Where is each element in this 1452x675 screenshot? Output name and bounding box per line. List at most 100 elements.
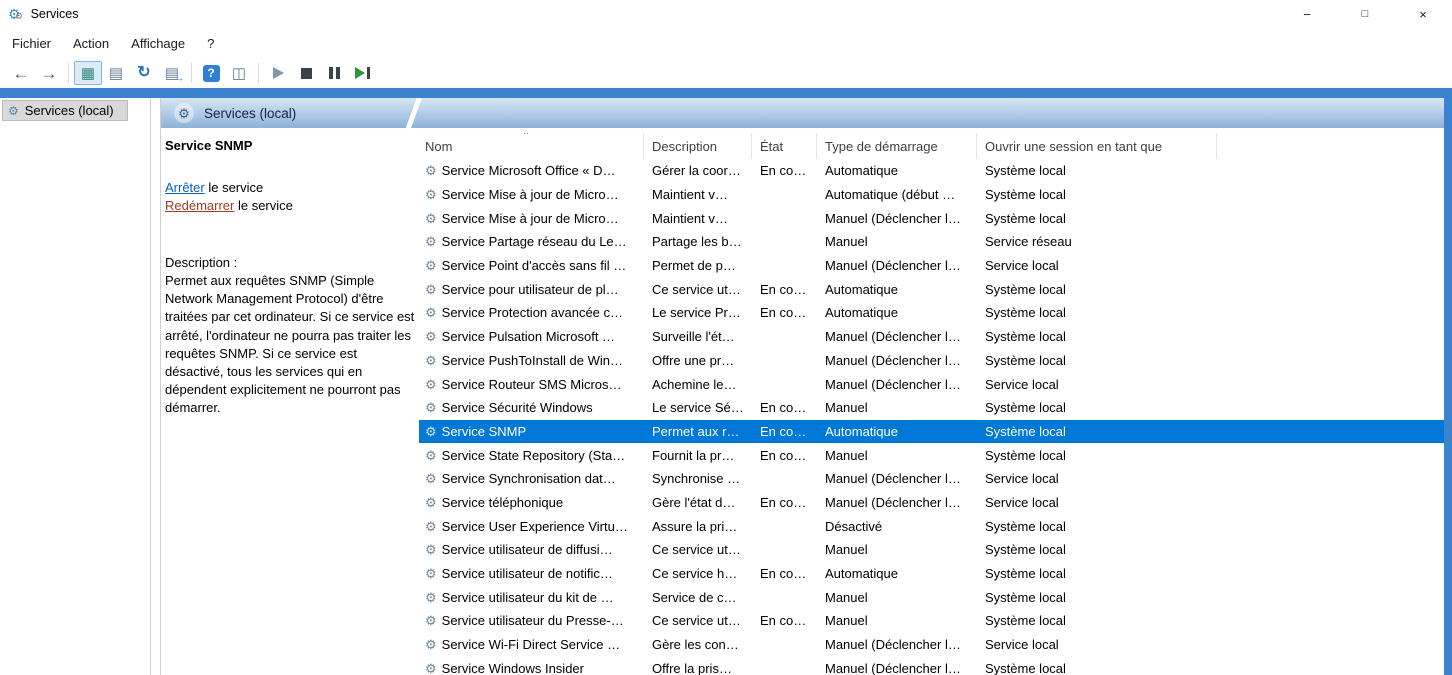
table-row[interactable]: ⚙Service Microsoft Office « D…Gérer la c… — [419, 159, 1444, 183]
service-gear-icon: ⚙ — [425, 614, 437, 627]
show-action-pane-button[interactable]: ◫ — [225, 61, 253, 85]
table-row[interactable]: ⚙Service Mise à jour de Micro…Maintient … — [419, 183, 1444, 207]
column-header-description[interactable]: Description — [644, 133, 752, 159]
service-startup-cell: Automatique — [817, 277, 977, 301]
properties-icon: ▤ — [109, 66, 123, 81]
main-body: Service SNMP Arrêter le service Redémarr… — [161, 128, 1444, 675]
service-startup-cell: Manuel (Déclencher l… — [817, 372, 977, 396]
column-header-type-demarrage[interactable]: Type de démarrage — [817, 133, 977, 159]
service-startup-cell: Automatique — [817, 562, 977, 586]
table-row[interactable]: ⚙Service Sécurité WindowsLe service Sé…E… — [419, 396, 1444, 420]
start-service-button[interactable] — [264, 61, 292, 85]
service-state-cell — [752, 514, 817, 538]
toolbar-separator — [68, 63, 69, 83]
service-logon-cell: Service local — [977, 633, 1217, 657]
help-button[interactable]: ? — [197, 61, 225, 85]
service-name-cell: ⚙Service Mise à jour de Micro… — [419, 183, 644, 207]
restart-service-link[interactable]: Redémarrer — [165, 198, 234, 213]
service-name-cell: ⚙Service utilisateur de notific… — [419, 562, 644, 586]
table-row[interactable]: ⚙Service Pulsation Microsoft …Surveille … — [419, 325, 1444, 349]
export-list-button[interactable]: ▤ → — [158, 61, 186, 85]
table-row[interactable]: ⚙Service Mise à jour de Micro…Maintient … — [419, 206, 1444, 230]
table-row[interactable]: ⚙Service SNMPPermet aux r…En co…Automati… — [419, 420, 1444, 444]
service-gear-icon: ⚙ — [425, 378, 437, 391]
service-name: Service utilisateur du Presse-… — [442, 613, 624, 628]
restart-service-button[interactable] — [348, 61, 376, 85]
pause-service-button[interactable] — [320, 61, 348, 85]
table-row[interactable]: ⚙Service Windows InsiderOffre la pris…Ma… — [419, 656, 1444, 675]
minimize-button[interactable]: − — [1278, 0, 1336, 28]
tree-item-services-local[interactable]: ⚙ Services (local) — [2, 100, 128, 121]
service-description-cell: Permet aux r… — [644, 420, 752, 444]
service-logon-cell: Système local — [977, 301, 1217, 325]
toolbar-separator — [258, 63, 259, 83]
service-description-cell: Synchronise … — [644, 467, 752, 491]
console-tree-panel: ⚙ Services (local) — [0, 98, 150, 675]
service-state-cell — [752, 206, 817, 230]
forward-button[interactable]: → — [35, 61, 63, 85]
service-logon-cell: Système local — [977, 656, 1217, 675]
menu-fichier[interactable]: Fichier — [1, 36, 62, 51]
service-state-cell: En co… — [752, 562, 817, 586]
service-logon-cell: Système local — [977, 325, 1217, 349]
service-name: Service Pulsation Microsoft … — [442, 329, 615, 344]
right-edge-strip — [1444, 98, 1452, 675]
service-name: Service Windows Insider — [442, 661, 584, 675]
properties-button[interactable]: ▤ — [102, 61, 130, 85]
table-row[interactable]: ⚙Service utilisateur de notific…Ce servi… — [419, 562, 1444, 586]
refresh-button[interactable]: ↻ — [130, 61, 158, 85]
service-name-cell: ⚙Service Protection avancée c… — [419, 301, 644, 325]
service-state-cell — [752, 254, 817, 278]
table-row[interactable]: ⚙Service utilisateur de diffusi…Ce servi… — [419, 538, 1444, 562]
table-row[interactable]: ⚙Service utilisateur du kit de …Service … — [419, 585, 1444, 609]
service-description-cell: Surveille l'ét… — [644, 325, 752, 349]
service-startup-cell: Désactivé — [817, 514, 977, 538]
table-row[interactable]: ⚙Service Partage réseau du Le…Partage le… — [419, 230, 1444, 254]
table-row[interactable]: ⚙Service Routeur SMS Micros…Achemine le…… — [419, 372, 1444, 396]
table-row[interactable]: ⚙Service pour utilisateur de pl…Ce servi… — [419, 277, 1444, 301]
stop-service-link[interactable]: Arrêter — [165, 180, 205, 195]
tree-item-label: Services (local) — [25, 103, 114, 118]
table-row[interactable]: ⚙Service Point d'accès sans fil …Permet … — [419, 254, 1444, 278]
minimize-icon: − — [1303, 7, 1311, 22]
table-row[interactable]: ⚙Service State Repository (Sta…Fournit l… — [419, 443, 1444, 467]
column-header-nom[interactable]: Nom ^ — [419, 133, 644, 159]
service-name-cell: ⚙Service Wi-Fi Direct Service … — [419, 633, 644, 657]
table-row[interactable]: ⚙Service téléphoniqueGère l'état d…En co… — [419, 491, 1444, 515]
table-row[interactable]: ⚙Service Protection avancée c…Le service… — [419, 301, 1444, 325]
service-state-cell — [752, 538, 817, 562]
table-row[interactable]: ⚙Service Wi-Fi Direct Service …Gère les … — [419, 633, 1444, 657]
service-state-cell — [752, 585, 817, 609]
service-logon-cell: Système local — [977, 277, 1217, 301]
service-gear-icon: ⚙ — [425, 543, 437, 556]
stop-service-button[interactable] — [292, 61, 320, 85]
column-header-ouvrir-session[interactable]: Ouvrir une session en tant que — [977, 133, 1217, 159]
service-startup-cell: Automatique — [817, 420, 977, 444]
service-state-cell: En co… — [752, 609, 817, 633]
service-name-cell: ⚙Service utilisateur du kit de … — [419, 585, 644, 609]
service-gear-icon: ⚙ — [425, 496, 437, 509]
restart-line: Redémarrer le service — [165, 197, 413, 215]
table-row[interactable]: ⚙Service PushToInstall de Win…Offre une … — [419, 349, 1444, 373]
service-logon-cell: Service local — [977, 491, 1217, 515]
table-row[interactable]: ⚙Service User Experience Virtu…Assure la… — [419, 514, 1444, 538]
close-button[interactable]: × — [1394, 0, 1452, 28]
service-gear-icon: ⚙ — [425, 259, 437, 272]
maximize-button[interactable]: □ — [1336, 0, 1394, 28]
restart-line-rest: le service — [234, 198, 293, 213]
menu-help[interactable]: ? — [196, 36, 225, 51]
table-row[interactable]: ⚙Service utilisateur du Presse-…Ce servi… — [419, 609, 1444, 633]
service-name: Service Routeur SMS Micros… — [442, 377, 622, 392]
service-logon-cell: Service local — [977, 372, 1217, 396]
table-row[interactable]: ⚙Service Synchronisation dat…Synchronise… — [419, 467, 1444, 491]
service-name: Service utilisateur de notific… — [442, 566, 613, 581]
menu-affichage[interactable]: Affichage — [120, 36, 196, 51]
service-description-cell: Ce service h… — [644, 562, 752, 586]
service-name: Service Point d'accès sans fil … — [442, 258, 627, 273]
menu-action[interactable]: Action — [62, 36, 120, 51]
column-header-etat[interactable]: État — [752, 133, 817, 159]
back-button[interactable]: ← — [7, 61, 35, 85]
service-action-links: Arrêter le service Redémarrer le service — [165, 179, 413, 215]
panel-splitter[interactable] — [150, 98, 161, 675]
show-console-tree-button[interactable]: ▦ — [74, 61, 102, 85]
